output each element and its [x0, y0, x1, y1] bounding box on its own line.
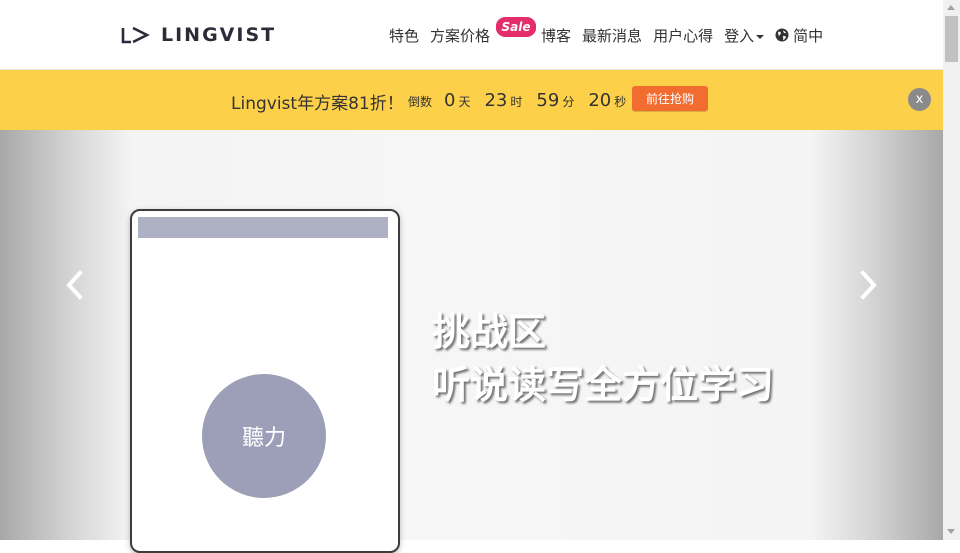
- countdown: 倒数 0 天 23 时 59 分 20 秒: [408, 90, 626, 111]
- language-label: 简中: [793, 27, 824, 45]
- promo-text: Lingvist年方案81折！: [231, 94, 404, 114]
- site-header: LINGVIST 特色 方案价格 博客 最新消息 用户心得 登入 简中 Sale: [0, 0, 943, 70]
- countdown-days-label: 天: [458, 95, 471, 109]
- login-label: 登入: [724, 27, 755, 45]
- logo-text: LINGVIST: [161, 24, 277, 46]
- carousel-prev-arrow-icon[interactable]: [63, 270, 85, 300]
- countdown-seconds: 20: [588, 90, 612, 111]
- lingvist-logo[interactable]: LINGVIST: [121, 23, 276, 47]
- page-scrollbar[interactable]: [943, 0, 960, 540]
- language-selector[interactable]: 简中: [775, 25, 823, 46]
- nav-features[interactable]: 特色: [389, 25, 419, 46]
- scroll-down-icon[interactable]: [947, 529, 955, 534]
- countdown-minutes: 59: [536, 90, 560, 111]
- countdown-seconds-label: 秒: [614, 95, 627, 109]
- scroll-up-icon[interactable]: [947, 5, 955, 10]
- nav-pricing[interactable]: 方案价格: [430, 25, 490, 46]
- countdown-days: 0: [444, 90, 456, 111]
- logo-mark-icon: [121, 26, 150, 44]
- close-banner-button[interactable]: x: [908, 88, 931, 111]
- phone-top-bar: [138, 217, 388, 238]
- countdown-minutes-label: 分: [562, 95, 575, 109]
- hero-headline: 挑战区 听说读写全方位学习: [432, 306, 774, 412]
- hero-headline-line2: 听说读写全方位学习: [432, 363, 775, 407]
- nav-blog[interactable]: 博客: [541, 25, 571, 46]
- sale-badge: Sale: [496, 17, 536, 37]
- listening-circle: 聽力: [202, 374, 326, 498]
- promo-cta-button[interactable]: 前往抢购: [632, 86, 708, 111]
- caret-down-icon: [756, 34, 765, 39]
- scroll-thumb[interactable]: [945, 16, 958, 62]
- nav-testimonials[interactable]: 用户心得: [653, 25, 713, 46]
- countdown-hours-label: 时: [510, 95, 523, 109]
- main-nav: 特色 方案价格 博客 最新消息 用户心得 登入 简中: [389, 25, 834, 46]
- hero-headline-line1: 挑战区: [432, 310, 547, 354]
- globe-icon: [775, 28, 789, 42]
- login-dropdown[interactable]: 登入: [724, 25, 765, 46]
- countdown-prefix: 倒数: [408, 95, 433, 109]
- carousel-next-arrow-icon[interactable]: [858, 270, 880, 300]
- promo-banner: Lingvist年方案81折！ 倒数 0 天 23 时 59 分 20 秒: [0, 70, 943, 130]
- phone-mockup: 聽力: [130, 209, 400, 553]
- nav-news[interactable]: 最新消息: [582, 25, 642, 46]
- countdown-hours: 23: [484, 90, 508, 111]
